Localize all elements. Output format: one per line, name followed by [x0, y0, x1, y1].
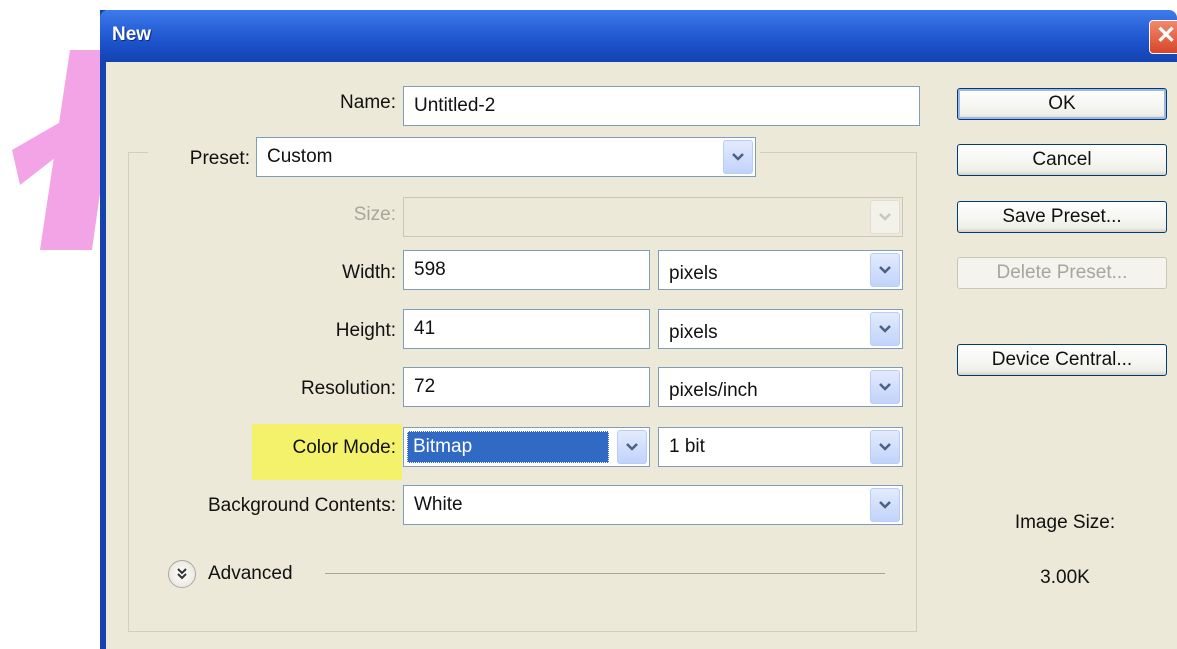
bit-depth-select[interactable]: 1 bit — [658, 427, 903, 467]
color-mode-value: Bitmap — [407, 431, 609, 463]
preset-select[interactable]: Custom — [256, 137, 756, 177]
double-chevron-down-icon[interactable] — [168, 560, 196, 588]
image-size-label: Image Size: — [1014, 512, 1116, 533]
width-unit-value: pixels — [669, 263, 718, 284]
name-label: Name: — [340, 92, 396, 113]
resolution-input[interactable]: 72 — [403, 367, 650, 407]
height-label: Height: — [335, 320, 396, 341]
chevron-down-icon[interactable] — [870, 370, 900, 404]
preset-label: Preset: — [189, 148, 250, 169]
image-size-value: 3.00K — [1040, 567, 1090, 588]
chevron-down-icon[interactable] — [870, 430, 900, 464]
width-label: Width: — [342, 262, 396, 283]
bit-depth-value: 1 bit — [669, 436, 705, 457]
ok-button[interactable]: OK — [957, 88, 1167, 120]
close-icon: ✕ — [1155, 22, 1177, 49]
device-central-button[interactable]: Device Central... — [957, 344, 1167, 376]
chevron-down-icon[interactable] — [723, 140, 753, 174]
resolution-unit-value: pixels/inch — [669, 380, 758, 401]
height-unit-select[interactable]: pixels — [658, 309, 903, 349]
size-label: Size: — [353, 204, 396, 225]
preset-value: Custom — [267, 146, 333, 167]
chevron-down-icon[interactable] — [617, 430, 647, 464]
cancel-button[interactable]: Cancel — [957, 144, 1167, 176]
chevron-down-icon[interactable] — [870, 312, 900, 346]
color-mode-select[interactable]: Bitmap — [403, 427, 650, 467]
color-mode-label: Color Mode: — [292, 437, 397, 458]
advanced-divider — [325, 573, 885, 574]
title-bar[interactable]: New ✕ — [100, 10, 1177, 62]
chevron-down-icon[interactable] — [870, 253, 900, 287]
window-border — [100, 10, 106, 649]
size-select[interactable] — [403, 197, 903, 237]
width-input[interactable]: 598 — [403, 250, 650, 290]
background-contents-label: Background Contents: — [207, 495, 396, 516]
chevron-down-icon — [870, 200, 900, 234]
height-input[interactable]: 41 — [403, 309, 650, 349]
width-unit-select[interactable]: pixels — [658, 250, 903, 290]
save-preset-button[interactable]: Save Preset... — [957, 201, 1167, 233]
chevron-down-icon[interactable] — [870, 488, 900, 522]
background-contents-select[interactable]: White — [403, 485, 903, 525]
name-input[interactable]: Untitled-2 — [403, 86, 920, 126]
resolution-label: Resolution: — [300, 378, 396, 399]
delete-preset-button[interactable]: Delete Preset... — [957, 257, 1167, 289]
height-unit-value: pixels — [669, 322, 718, 343]
resolution-unit-select[interactable]: pixels/inch — [658, 367, 903, 407]
close-button[interactable]: ✕ — [1149, 20, 1177, 54]
window-title: New — [112, 24, 152, 45]
advanced-toggle-label[interactable]: Advanced — [208, 563, 293, 585]
background-contents-value: White — [414, 494, 463, 515]
